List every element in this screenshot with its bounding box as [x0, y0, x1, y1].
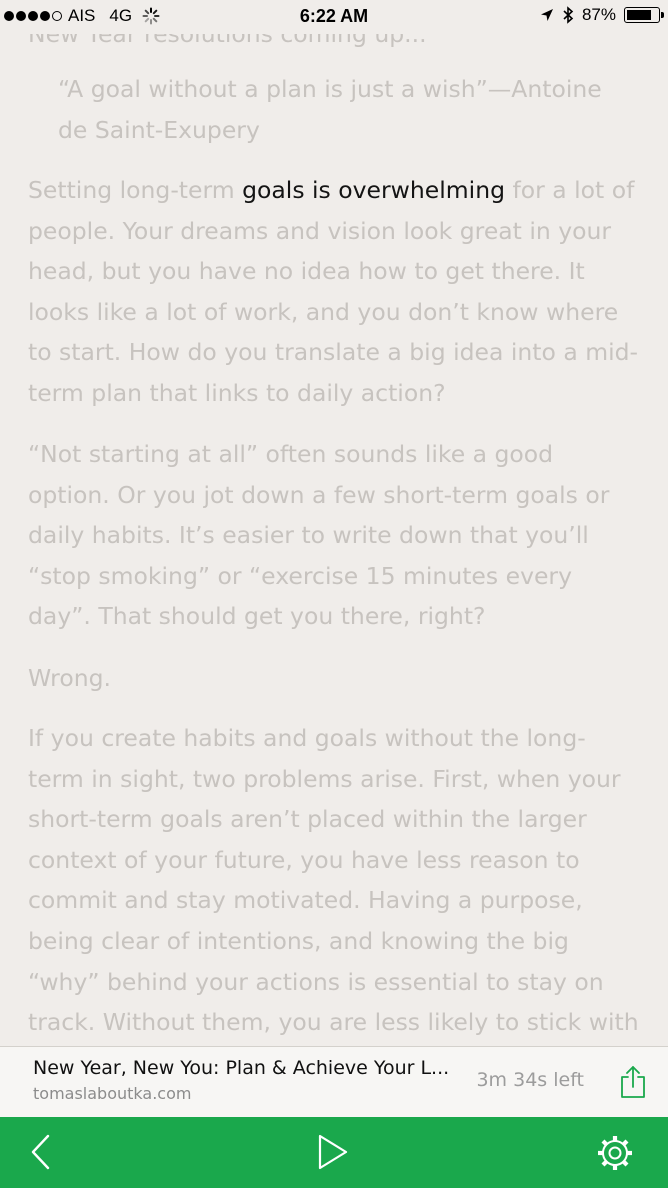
article-quote: “A goal without a plan is just a wish”—A… — [58, 75, 602, 144]
article-source: tomaslaboutka.com — [33, 1084, 192, 1103]
article-body[interactable]: New Year resolutions coming up... “A goa… — [0, 34, 668, 1046]
article-title[interactable]: New Year, New You: Plan & Achieve Your L… — [33, 1057, 449, 1079]
paragraph-1-text-start: Setting long-term — [28, 176, 243, 204]
bottom-toolbar — [0, 1117, 668, 1188]
chevron-left-icon[interactable] — [28, 1131, 54, 1173]
highlighted-text: goals is overwhelming — [242, 176, 506, 204]
gear-icon[interactable] — [596, 1134, 634, 1172]
time-left: 3m 34s left — [476, 1069, 584, 1091]
play-icon[interactable] — [316, 1133, 350, 1171]
bluetooth-icon — [563, 6, 574, 24]
status-bar: AIS 4G 6:22 AM 87% — [0, 0, 668, 34]
status-right: 87% — [540, 5, 664, 25]
now-reading-bar[interactable]: New Year, New You: Plan & Achieve Your L… — [0, 1046, 668, 1117]
article-paragraph-4: If you create habits and goals without t… — [28, 724, 639, 1037]
article-cutoff-line: New Year resolutions coming up... — [28, 34, 427, 48]
share-icon[interactable] — [618, 1065, 648, 1099]
battery-percent: 87% — [581, 5, 616, 24]
article-paragraph-3: Wrong. — [28, 664, 111, 692]
article-paragraph-2: “Not starting at all” often sounds like … — [28, 440, 610, 631]
battery-icon — [624, 7, 664, 23]
location-arrow-icon — [540, 9, 553, 21]
paragraph-1-text-end: for a lot of people. Your dreams and vis… — [28, 176, 639, 407]
article-paragraph-1: Setting long-term goals is overwhelming … — [28, 170, 640, 414]
